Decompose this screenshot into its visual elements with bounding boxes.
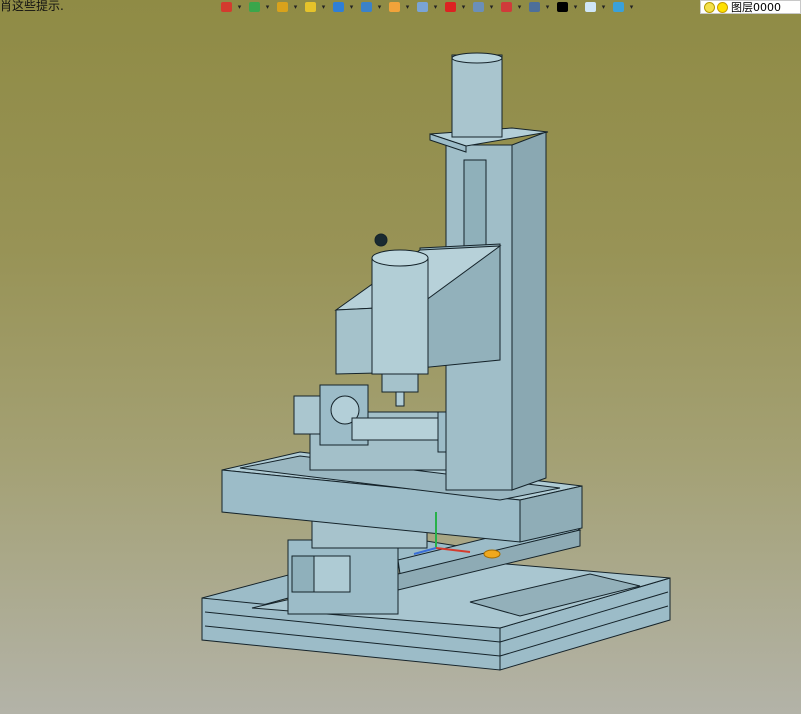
render-wheel-button[interactable] <box>386 1 403 14</box>
toolbar: ▾ ▾ ▾ ▾ ▾ ▾ ▾ ▾ ▾ ▾ ▾ ▾ ▾ ▾ ▾ <box>218 0 638 14</box>
cutter <box>395 391 405 407</box>
new-button[interactable] <box>218 1 235 14</box>
chevron-down-icon[interactable]: ▾ <box>264 1 271 14</box>
rotary-stepper-motor <box>293 395 321 435</box>
chevron-down-icon[interactable]: ▾ <box>460 1 467 14</box>
chevron-down-icon[interactable]: ▾ <box>320 1 327 14</box>
pencil-icon <box>277 2 288 12</box>
move-button[interactable] <box>246 1 263 14</box>
column-side <box>511 131 547 491</box>
pencil-button[interactable] <box>274 1 291 14</box>
section-button[interactable] <box>470 1 487 14</box>
monitor-icon <box>529 2 540 12</box>
line-style-button[interactable] <box>554 1 571 14</box>
cnc-machine-model <box>201 52 671 671</box>
axis-button[interactable] <box>442 1 459 14</box>
line-style-icon <box>557 2 568 12</box>
new-icon <box>221 2 232 12</box>
cube-view-icon <box>361 2 372 12</box>
workpiece-vise <box>351 417 441 441</box>
monitor-button[interactable] <box>526 1 543 14</box>
color-icon <box>585 2 596 12</box>
cube-view-button[interactable] <box>358 1 375 14</box>
z-stepper-motor <box>451 54 503 138</box>
render-wheel-icon <box>389 2 400 12</box>
chevron-down-icon[interactable]: ▾ <box>348 1 355 14</box>
display-button[interactable] <box>414 1 431 14</box>
chevron-down-icon[interactable]: ▾ <box>600 1 607 14</box>
box-yellow-button[interactable] <box>302 1 319 14</box>
spindle-cable-gland <box>374 233 388 247</box>
chevron-down-icon[interactable]: ▾ <box>404 1 411 14</box>
axis-icon <box>445 2 456 12</box>
color-button[interactable] <box>582 1 599 14</box>
cube-blue-button[interactable] <box>330 1 347 14</box>
sun-icon <box>717 1 728 13</box>
frame-button[interactable] <box>498 1 515 14</box>
layer-stack-button[interactable] <box>610 1 627 14</box>
hint-text: 肖这些提示. <box>0 0 64 13</box>
layer-label: 图层0000 <box>731 1 781 14</box>
frame-icon <box>501 2 512 12</box>
cad-viewport[interactable] <box>0 14 801 714</box>
chevron-down-icon[interactable]: ▾ <box>488 1 495 14</box>
bulb-icon <box>704 1 715 13</box>
chevron-down-icon[interactable]: ▾ <box>376 1 383 14</box>
spindle-motor <box>371 257 429 375</box>
chevron-down-icon[interactable]: ▾ <box>292 1 299 14</box>
chevron-down-icon[interactable]: ▾ <box>516 1 523 14</box>
chevron-down-icon[interactable]: ▾ <box>572 1 579 14</box>
display-icon <box>417 2 428 12</box>
layer-selector[interactable]: 图层0000 <box>700 0 801 14</box>
chevron-down-icon[interactable]: ▾ <box>432 1 439 14</box>
section-icon <box>473 2 484 12</box>
chevron-down-icon[interactable]: ▾ <box>544 1 551 14</box>
box-yellow-icon <box>305 2 316 12</box>
chevron-down-icon[interactable]: ▾ <box>236 1 243 14</box>
spindle-nose <box>381 373 419 393</box>
cube-blue-icon <box>333 2 344 12</box>
z-lead-screw <box>463 159 487 251</box>
move-icon <box>249 2 260 12</box>
layer-stack-icon <box>613 2 624 12</box>
chevron-down-icon[interactable]: ▾ <box>628 1 635 14</box>
